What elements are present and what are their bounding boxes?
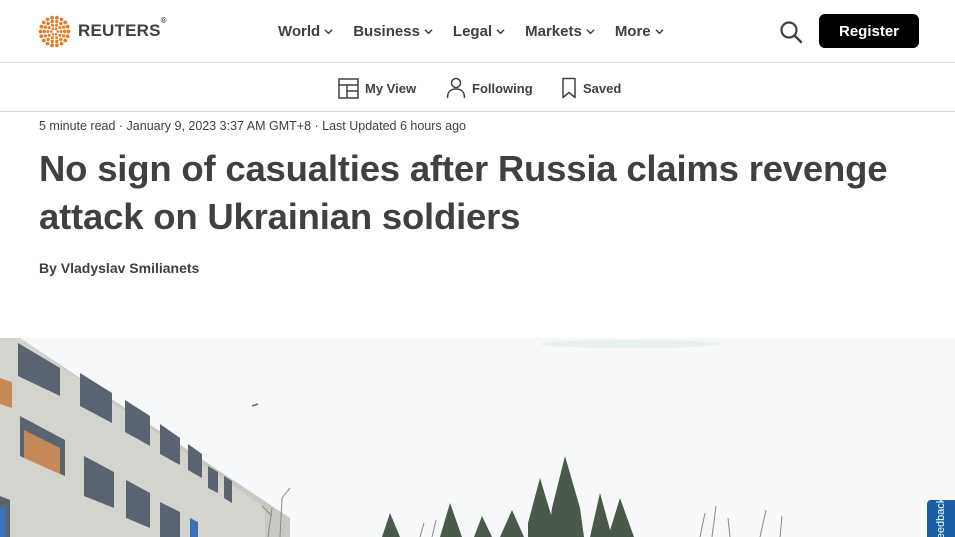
nav-label: Markets (525, 22, 582, 40)
register-button[interactable]: Register (819, 14, 919, 48)
chevron-down-icon (324, 28, 333, 34)
nav-more[interactable]: More (615, 19, 664, 43)
nav-label: Business (353, 22, 420, 40)
lead-photo (0, 338, 955, 537)
article-byline: By Vladyslav Smilianets (39, 260, 199, 276)
chevron-down-icon (496, 28, 505, 34)
following-label: Following (472, 80, 533, 96)
my-view-icon (338, 77, 359, 99)
brand-name: REUTERS® (78, 16, 167, 40)
chevron-down-icon (424, 28, 433, 34)
nav-business[interactable]: Business (353, 19, 433, 43)
nav-markets[interactable]: Markets (525, 19, 595, 43)
nav-world[interactable]: World (278, 19, 333, 43)
search-icon (780, 21, 803, 44)
feedback-label: Feedback (935, 500, 947, 537)
nav-label: Legal (452, 22, 493, 40)
top-navigation-bar: REUTERS® World Business Legal Markets Mo… (0, 0, 955, 63)
nav-label: More (614, 22, 651, 40)
nav-label: World (278, 22, 321, 40)
byline-prefix: By (39, 260, 61, 276)
article-meta: 5 minute read · January 9, 2023 3:37 AM … (39, 119, 466, 133)
saved-link[interactable]: Saved (561, 76, 621, 100)
author-link[interactable]: Vladyslav Smilianets (61, 260, 200, 276)
personalization-bar: My View Following Saved (0, 64, 955, 112)
chevron-down-icon (586, 28, 595, 34)
reuters-logo[interactable]: REUTERS® (38, 15, 167, 47)
saved-label: Saved (583, 80, 622, 96)
chevron-down-icon (655, 28, 664, 34)
person-icon (446, 77, 466, 99)
following-link[interactable]: Following (446, 76, 533, 100)
bookmark-icon (562, 77, 576, 99)
reuters-logo-icon (38, 15, 71, 47)
my-view-link[interactable]: My View (338, 76, 416, 100)
article-lead-image[interactable] (0, 338, 955, 537)
nav-legal[interactable]: Legal (453, 19, 505, 43)
main-nav: World Business Legal Markets More (278, 19, 684, 43)
article-headline: No sign of casualties after Russia claim… (39, 148, 888, 237)
feedback-button[interactable]: Feedback (927, 500, 955, 537)
search-button[interactable] (779, 20, 803, 44)
my-view-label: My View (365, 80, 417, 96)
